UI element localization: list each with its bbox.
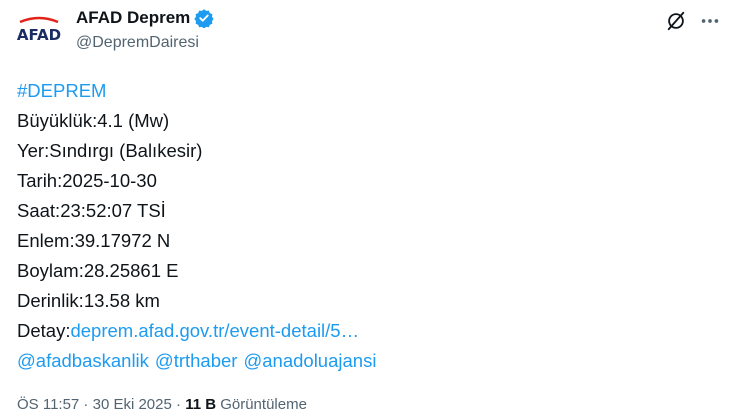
meta-separator: · — [171, 396, 186, 413]
date-line: Tarih:2025-10-30 — [17, 170, 157, 191]
views-label: Görüntüleme — [216, 396, 307, 413]
tweet-meta: ÖS 11:57 · 30 Eki 2025 · 11 B Görüntülem… — [17, 396, 307, 413]
grok-icon[interactable] — [663, 8, 689, 34]
hashtag-link[interactable]: #DEPREM — [17, 80, 106, 101]
depth-line: Derinlik:13.58 km — [17, 290, 160, 311]
detail-label: Detay: — [17, 320, 71, 341]
tweet-date[interactable]: 30 Eki 2025 — [93, 396, 172, 413]
time-line: Saat:23:52:07 TSİ — [17, 200, 166, 221]
mention-afadbaskanlik[interactable]: @afadbaskanlik — [17, 346, 149, 376]
mention-anadoluajansi[interactable]: @anadoluajansi — [243, 346, 376, 376]
display-name[interactable]: AFAD Deprem — [76, 8, 190, 28]
magnitude-line: Büyüklük:4.1 (Mw) — [17, 110, 170, 131]
avatar-text: AFAD — [17, 26, 61, 44]
tweet-actions-top — [663, 8, 723, 34]
detail-line: Detay:deprem.afad.gov.tr/event-detail/5… — [17, 316, 717, 346]
afad-logo-icon: AFAD — [17, 16, 61, 44]
tweet-time[interactable]: ÖS 11:57 — [17, 396, 79, 413]
mentions-line: @afadbaskanlik @trthaber @anadoluajansi — [17, 346, 717, 376]
avatar[interactable]: AFAD — [14, 14, 64, 48]
author-handle[interactable]: @DepremDairesi — [76, 34, 199, 52]
author-name-row: AFAD Deprem — [76, 8, 214, 29]
verified-badge-icon[interactable] — [194, 8, 214, 29]
tweet-text: #DEPREM Büyüklük:4.1 (Mw) Yer:Sındırgı (… — [17, 76, 717, 376]
more-horizontal-icon[interactable] — [697, 8, 723, 34]
longitude-line: Boylam:28.25861 E — [17, 260, 179, 281]
meta-separator: · — [79, 396, 93, 413]
detail-link[interactable]: deprem.afad.gov.tr/event-detail/5… — [70, 320, 359, 341]
mention-trthaber[interactable]: @trthaber — [155, 346, 238, 376]
latitude-line: Enlem:39.17972 N — [17, 230, 171, 251]
views-count: 11 B — [185, 396, 217, 413]
location-line: Yer:Sındırgı (Balıkesir) — [17, 140, 203, 161]
